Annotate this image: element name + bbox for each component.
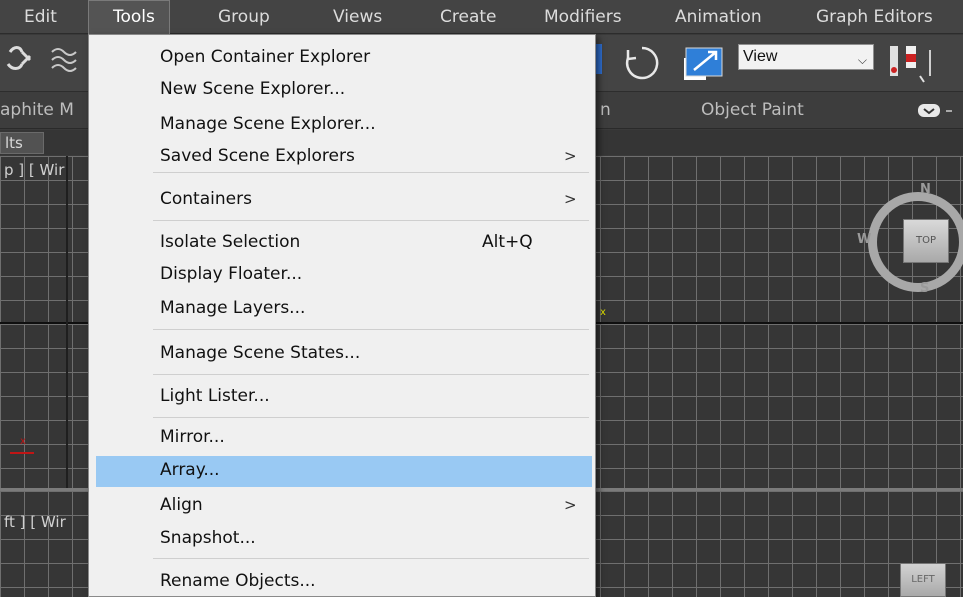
menu-edit[interactable]: Edit: [24, 0, 57, 34]
axis-tripod-marker-icon: x: [20, 436, 26, 447]
menu-create[interactable]: Create: [440, 0, 497, 34]
menu-item-label: New Scene Explorer...: [160, 79, 346, 99]
tools-dropdown-menu: Open Container Explorer New Scene Explor…: [88, 34, 596, 597]
menu-separator: [153, 220, 589, 221]
menu-item-label: Manage Layers...: [160, 298, 306, 318]
menu-separator: [153, 558, 589, 559]
unlink-icon[interactable]: [48, 44, 78, 78]
menu-item-array[interactable]: Array...: [96, 456, 592, 487]
menu-item-light-lister[interactable]: Light Lister...: [96, 382, 592, 411]
pivot-center-icon[interactable]: [884, 42, 944, 86]
active-tool-indicator: [596, 44, 602, 74]
menu-item-label: Snapshot...: [160, 528, 256, 548]
menu-item-label: Manage Scene States...: [160, 343, 361, 363]
menu-group[interactable]: Group: [218, 0, 270, 34]
menu-item-snapshot[interactable]: Snapshot...: [96, 524, 592, 553]
ribbon-subtab-button[interactable]: lts: [0, 132, 44, 154]
menu-animation[interactable]: Animation: [675, 0, 762, 34]
menu-item-manage-layers[interactable]: Manage Layers...: [96, 294, 592, 323]
menu-item-open-container-explorer[interactable]: Open Container Explorer: [96, 43, 592, 72]
menu-item-rename-objects[interactable]: Rename Objects...: [96, 567, 592, 596]
reference-coordinate-select[interactable]: View ⌵: [738, 44, 874, 70]
submenu-arrow-icon: >: [564, 147, 577, 165]
menu-item-label: Light Lister...: [160, 386, 270, 406]
menu-item-label: Align: [160, 495, 203, 515]
compass-north-label: N: [920, 182, 931, 197]
menu-item-isolate-selection[interactable]: Isolate Selection Alt+Q: [96, 228, 592, 257]
menu-bar: Edit Tools Group Views Create Modifiers …: [0, 0, 963, 34]
rotate-icon[interactable]: [620, 42, 664, 82]
reference-coordinate-value: View: [743, 48, 778, 65]
menu-item-label: Saved Scene Explorers: [160, 146, 355, 166]
menu-graph-editors[interactable]: Graph Editors: [816, 0, 933, 34]
viewport-left-label[interactable]: ft ] [ Wir: [4, 513, 66, 531]
pivot-marker-icon: x: [600, 307, 606, 318]
menu-separator: [153, 417, 589, 418]
menu-modifiers[interactable]: Modifiers: [544, 0, 622, 34]
compass-south-label: S: [920, 281, 930, 296]
menu-item-mirror[interactable]: Mirror...: [96, 423, 592, 452]
menu-item-label: Isolate Selection: [160, 232, 301, 252]
menu-item-label: Containers: [160, 189, 252, 209]
select-link-icon[interactable]: [4, 42, 44, 78]
ribbon-toggle-icon[interactable]: [918, 102, 958, 120]
submenu-arrow-icon: >: [564, 190, 577, 208]
menu-separator: [153, 172, 589, 173]
chevron-down-icon: ⌵: [857, 53, 867, 67]
menu-item-manage-scene-explorer[interactable]: Manage Scene Explorer...: [96, 110, 592, 139]
viewcube-top-face[interactable]: TOP: [903, 219, 949, 263]
menu-item-shortcut: Alt+Q: [482, 232, 533, 252]
menu-item-saved-scene-explorers[interactable]: Saved Scene Explorers >: [96, 142, 592, 171]
axis-tripod-x-icon: [10, 452, 34, 454]
menu-item-new-scene-explorer[interactable]: New Scene Explorer...: [96, 75, 592, 104]
menu-separator: [153, 374, 589, 375]
menu-item-display-floater[interactable]: Display Floater...: [96, 260, 592, 289]
menu-item-label: Open Container Explorer: [160, 47, 371, 67]
menu-item-label: Manage Scene Explorer...: [160, 114, 376, 134]
ribbon-tab-fragment[interactable]: n: [600, 92, 611, 129]
ribbon-tab-object-paint[interactable]: Object Paint: [701, 92, 804, 129]
compass-west-label: W: [857, 232, 872, 247]
submenu-arrow-icon: >: [564, 496, 577, 514]
viewport-top-label[interactable]: p ] [ Wir: [4, 161, 64, 179]
menu-item-label: Mirror...: [160, 427, 225, 447]
menu-item-align[interactable]: Align >: [96, 491, 592, 520]
menu-item-containers[interactable]: Containers >: [96, 185, 592, 214]
menu-separator: [153, 329, 589, 330]
menu-views[interactable]: Views: [333, 0, 382, 34]
menu-item-label: Array...: [160, 460, 220, 480]
viewcube-left-face[interactable]: LEFT: [900, 563, 946, 597]
menu-tools[interactable]: Tools: [88, 0, 170, 34]
menu-item-label: Rename Objects...: [160, 571, 316, 591]
scale-icon[interactable]: [680, 42, 730, 86]
menu-item-label: Display Floater...: [160, 264, 303, 284]
grid-axis-y: [66, 156, 68, 489]
ribbon-tab-graphite[interactable]: aphite M: [0, 92, 74, 129]
menu-item-manage-scene-states[interactable]: Manage Scene States...: [96, 339, 592, 368]
